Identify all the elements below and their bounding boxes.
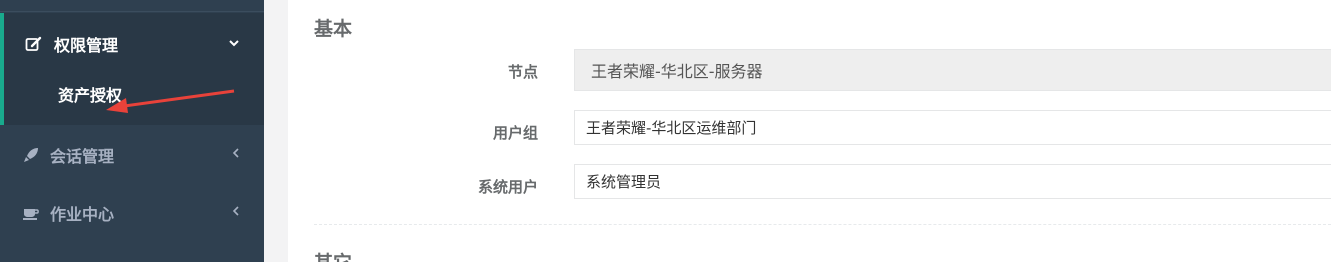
red-arrow-annotation — [106, 89, 235, 113]
sidebar-item-label: 权限管理 — [54, 36, 119, 55]
sidebar-item-label: 作业中心 — [50, 205, 115, 224]
sidebar-item-session-management[interactable]: 会话管理 — [0, 135, 264, 175]
main-panel: 基本 节点 王者荣耀-华北区-服务器 用户组 王者荣耀-华北区运维部门 系统用户… — [288, 0, 1331, 262]
section-title-other: 其它 — [314, 248, 352, 262]
sidebar: 权限管理 资产授权 会话管理 作业中心 — [0, 0, 264, 262]
coffee-icon — [22, 204, 40, 222]
chevron-left-icon — [232, 147, 240, 163]
sidebar-top-divider — [0, 0, 264, 12]
chevron-down-icon — [228, 36, 240, 52]
section-title-basic: 基本 — [314, 18, 353, 40]
sidebar-item-permission-management[interactable]: 权限管理 — [0, 24, 264, 64]
sidebar-item-job-center[interactable]: 作业中心 — [0, 193, 264, 233]
chevron-left-icon — [232, 205, 240, 221]
page-gutter — [264, 0, 288, 262]
system-user-field[interactable]: 系统管理员 — [574, 164, 1331, 199]
rocket-icon — [22, 146, 40, 164]
field-label-node: 节点 — [507, 63, 538, 81]
edit-icon — [24, 35, 42, 53]
section-divider — [314, 224, 1331, 225]
sidebar-item-label: 会话管理 — [50, 147, 115, 166]
user-group-field[interactable]: 王者荣耀-华北区运维部门 — [574, 110, 1331, 145]
field-label-system-user: 系统用户 — [477, 178, 538, 196]
field-label-user-group: 用户组 — [492, 124, 538, 142]
node-field[interactable]: 王者荣耀-华北区-服务器 — [574, 49, 1331, 91]
